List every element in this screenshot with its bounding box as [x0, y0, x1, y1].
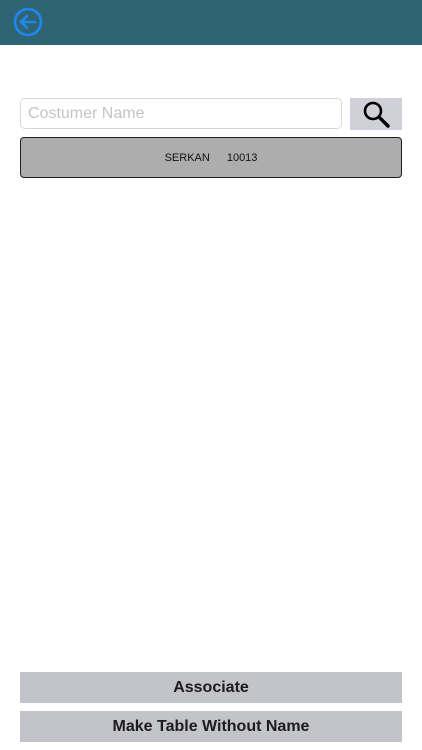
customer-name: SERKAN: [164, 151, 210, 164]
customer-name-input[interactable]: [20, 98, 342, 129]
search-icon: [363, 101, 390, 128]
associate-button[interactable]: Associate: [20, 672, 402, 703]
back-button[interactable]: [13, 7, 43, 37]
customer-code: 10013: [226, 151, 258, 164]
make-table-without-name-button[interactable]: Make Table Without Name: [20, 711, 402, 742]
top-navigation-bar: [0, 0, 422, 45]
back-arrow-circle-icon: [13, 7, 43, 37]
search-button[interactable]: [350, 98, 402, 130]
customer-result-row[interactable]: SERKAN 10013: [20, 137, 402, 178]
